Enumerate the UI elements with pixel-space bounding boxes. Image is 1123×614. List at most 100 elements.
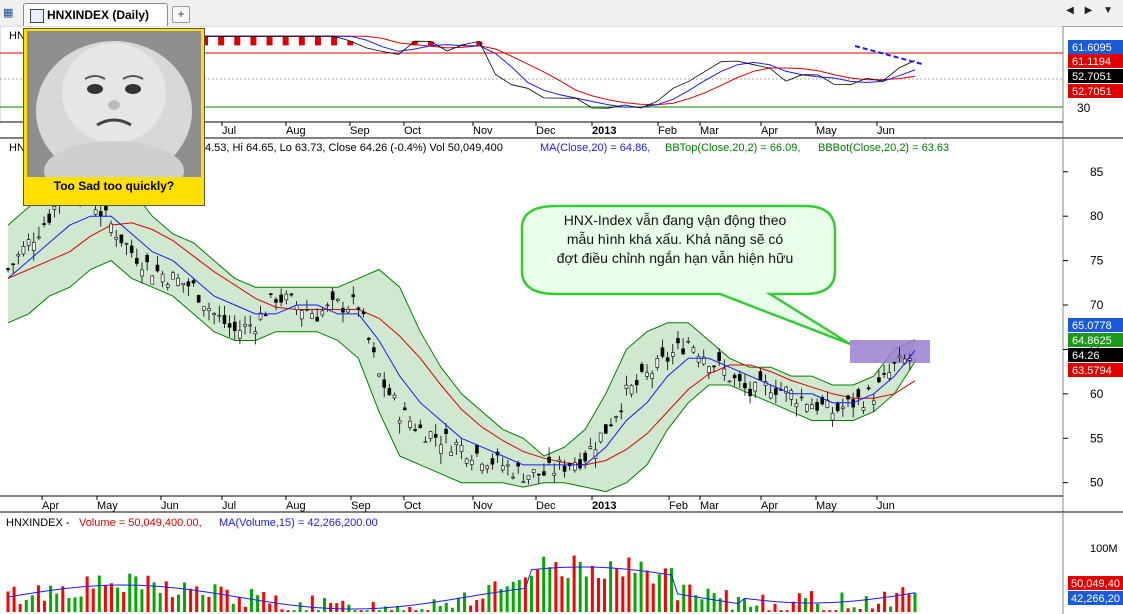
volume-bar <box>530 575 534 612</box>
price-xtick-label: 2013 <box>592 500 616 512</box>
candle-body <box>810 404 814 410</box>
candle-body <box>537 473 541 476</box>
volume-bar <box>724 590 728 612</box>
volume-bar <box>901 587 905 612</box>
tab-hnxindex-daily[interactable]: HNXINDEX (Daily) ✕ <box>23 3 185 26</box>
tab-nav-arrows-icon[interactable]: ◀ ▶ ▼ <box>1066 5 1117 16</box>
candle-body <box>861 407 866 411</box>
candle-body <box>336 298 340 301</box>
price-xtick-label: Dec <box>536 500 556 512</box>
upper-xtick-label: Apr <box>761 125 778 137</box>
price-legend-ma: MA(Close,20) = 64.86, <box>540 142 650 154</box>
candle-body <box>52 206 57 210</box>
volume-bar <box>316 610 320 612</box>
candle-body <box>289 293 294 296</box>
candle-body <box>676 338 680 344</box>
volume-bar <box>810 591 814 612</box>
candle-body <box>470 459 474 465</box>
upper-overbought-fill <box>282 36 289 46</box>
candle-body <box>155 264 160 272</box>
price-legend-ohlc: 4.53, Hi 64.65, Lo 63.73, Close 64.26 (-… <box>205 142 503 154</box>
volume-value-tag-text: 50,049,40 <box>1071 578 1120 590</box>
volume-bar <box>249 588 253 612</box>
volume-bar <box>414 610 418 612</box>
candle-body <box>119 234 124 244</box>
candle-body <box>98 211 103 217</box>
upper-overbought-fill <box>314 36 321 46</box>
volume-bar <box>834 610 838 612</box>
volume-bar <box>359 610 363 612</box>
baby-photo <box>27 31 201 177</box>
candle-body <box>26 239 31 246</box>
price-xtick-label: Sep <box>351 500 371 512</box>
volume-bar <box>55 593 59 612</box>
volume-bar <box>73 597 77 612</box>
candle-body <box>351 294 356 298</box>
candle-body <box>356 307 361 310</box>
volume-bar <box>237 597 241 612</box>
volume-bar <box>329 603 333 612</box>
price-xtick-label: Nov <box>473 500 493 512</box>
volume-bar <box>627 557 631 612</box>
volume-bar <box>444 602 448 612</box>
volume-bar <box>858 609 862 612</box>
upper-overbought-fill <box>331 36 338 46</box>
volume-ma-line <box>7 566 916 610</box>
add-tab-button[interactable]: + <box>172 6 190 23</box>
volume-bar <box>523 577 527 612</box>
price-x-axis: Apr May Jun Jul Aug Sep Oct Nov Dec 2013 Feb Mar Apr… <box>41 496 895 512</box>
volume-bar <box>609 561 613 612</box>
candle-body <box>866 387 871 390</box>
volume-bar <box>517 579 521 612</box>
callout-line-2: mẫu hình khá xấu. Khả năng sẽ có <box>566 231 784 247</box>
upper-value-tag-text: 52.7051 <box>1072 86 1112 98</box>
candle-body <box>542 471 546 476</box>
volume-bar <box>274 595 278 612</box>
candle-body <box>129 245 134 253</box>
candle-body <box>299 310 304 320</box>
upper-value-tags: 61.6095 61.1194 52.7051 52.7051 <box>1068 40 1123 98</box>
candle-body <box>758 371 763 381</box>
chart-tools-icon[interactable]: ▦ <box>3 6 17 20</box>
candle-body <box>433 434 438 438</box>
candle-body <box>562 465 567 472</box>
volume-bar <box>292 610 296 612</box>
candle-body <box>21 246 26 255</box>
candle-body <box>717 352 721 361</box>
volume-bar <box>213 584 217 612</box>
candle-body <box>732 374 737 379</box>
volume-bar <box>140 589 144 612</box>
price-ytick-label: 70 <box>1090 298 1104 312</box>
volume-bar <box>846 608 850 612</box>
candle-body <box>531 469 536 473</box>
volume-bar <box>426 610 430 612</box>
candle-body <box>588 446 593 449</box>
candle-body <box>325 304 330 307</box>
volume-bar <box>231 603 235 612</box>
candle-body <box>109 223 113 233</box>
candle-body <box>403 407 407 411</box>
upper-xtick-label: Sep <box>350 125 370 137</box>
volume-bars-group <box>6 555 917 612</box>
candle-body <box>640 364 644 372</box>
candle-body <box>557 459 562 462</box>
candle-body <box>305 309 309 311</box>
candle-body <box>871 400 876 405</box>
candle-body <box>279 294 283 303</box>
upper-xtick-label: 2013 <box>592 125 616 137</box>
price-value-tag-text: 63.5794 <box>1072 365 1112 377</box>
volume-bar <box>791 601 795 612</box>
candle-body <box>428 431 433 439</box>
candle-body <box>165 284 170 288</box>
candle-body <box>274 299 278 303</box>
volume-bar <box>67 597 71 612</box>
volume-bar <box>256 595 260 612</box>
volume-bar <box>785 610 789 612</box>
price-highlight-box <box>850 340 930 363</box>
candle-body <box>686 340 691 343</box>
volume-bar <box>584 576 588 612</box>
candle-body <box>176 277 180 286</box>
volume-bar <box>353 610 357 612</box>
price-ytick-label: 85 <box>1090 165 1104 179</box>
volume-bar <box>803 598 807 612</box>
